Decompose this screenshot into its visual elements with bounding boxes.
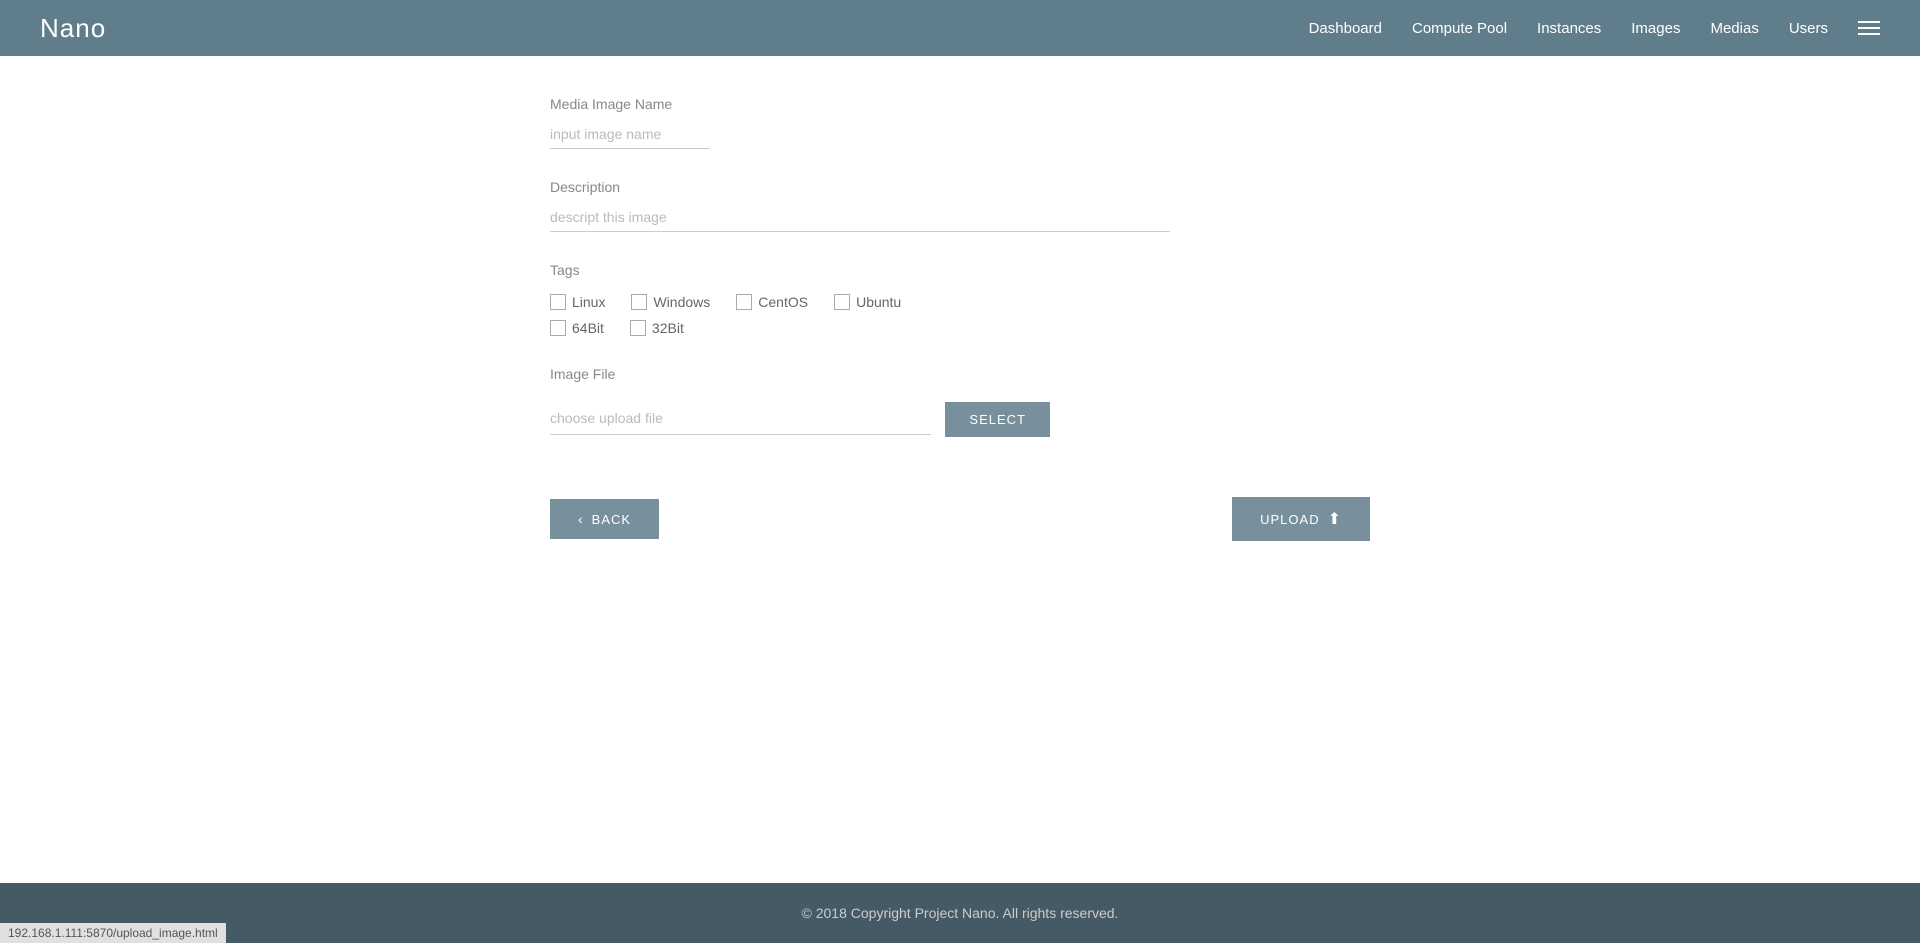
form-container: Media Image Name Description Tags Linux …	[530, 96, 1390, 561]
tag-32bit-label: 32Bit	[652, 320, 684, 336]
footer: © 2018 Copyright Project Nano. All right…	[0, 883, 1920, 943]
tags-row-1: Linux Windows CentOS Ubuntu	[550, 294, 1370, 310]
nav-compute-pool[interactable]: Compute Pool	[1412, 20, 1507, 37]
tag-64bit-label: 64Bit	[572, 320, 604, 336]
back-arrow-icon: ‹	[578, 511, 584, 527]
file-input-wrapper: choose upload file	[550, 404, 931, 435]
tag-ubuntu-label: Ubuntu	[856, 294, 901, 310]
media-image-name-group: Media Image Name	[550, 96, 1370, 149]
tag-centos[interactable]: CentOS	[736, 294, 808, 310]
header: Nano Dashboard Compute Pool Instances Im…	[0, 0, 1920, 56]
tags-section: Tags Linux Windows CentOS Ubuntu	[550, 262, 1370, 336]
nav-medias[interactable]: Medias	[1710, 20, 1758, 37]
tag-windows[interactable]: Windows	[631, 294, 710, 310]
media-image-name-label: Media Image Name	[550, 96, 1370, 112]
tags-label: Tags	[550, 262, 1370, 278]
tag-32bit[interactable]: 32Bit	[630, 320, 684, 336]
tag-windows-label: Windows	[653, 294, 710, 310]
nav-instances[interactable]: Instances	[1537, 20, 1601, 37]
tag-ubuntu-checkbox[interactable]	[834, 294, 850, 310]
nav-images[interactable]: Images	[1631, 20, 1680, 37]
image-file-section: Image File choose upload file SELECT	[550, 366, 1370, 437]
status-url: 192.168.1.111:5870/upload_image.html	[8, 926, 218, 940]
app-logo: Nano	[40, 13, 106, 44]
tag-windows-checkbox[interactable]	[631, 294, 647, 310]
file-upload-row: choose upload file SELECT	[550, 402, 1050, 437]
action-bar: ‹ BACK UPLOAD ⬆	[550, 477, 1370, 561]
status-bar: 192.168.1.111:5870/upload_image.html	[0, 923, 226, 943]
nav-dashboard[interactable]: Dashboard	[1309, 20, 1382, 37]
main-nav: Dashboard Compute Pool Instances Images …	[1309, 20, 1880, 37]
media-image-name-input[interactable]	[550, 120, 710, 149]
tag-64bit[interactable]: 64Bit	[550, 320, 604, 336]
tag-linux-checkbox[interactable]	[550, 294, 566, 310]
tag-centos-label: CentOS	[758, 294, 808, 310]
tag-32bit-checkbox[interactable]	[630, 320, 646, 336]
main-content: Media Image Name Description Tags Linux …	[0, 56, 1920, 883]
tag-ubuntu[interactable]: Ubuntu	[834, 294, 901, 310]
tag-linux[interactable]: Linux	[550, 294, 605, 310]
hamburger-menu-icon[interactable]	[1858, 21, 1880, 35]
back-button[interactable]: ‹ BACK	[550, 499, 659, 539]
file-placeholder: choose upload file	[550, 410, 663, 426]
upload-label: UPLOAD	[1260, 512, 1319, 527]
description-label: Description	[550, 179, 1370, 195]
description-input[interactable]	[550, 203, 1170, 232]
description-group: Description	[550, 179, 1370, 232]
image-file-label: Image File	[550, 366, 1370, 382]
select-button[interactable]: SELECT	[945, 402, 1050, 437]
copyright-text: © 2018 Copyright Project Nano. All right…	[802, 905, 1119, 921]
back-label: BACK	[592, 512, 631, 527]
upload-button[interactable]: UPLOAD ⬆	[1232, 497, 1370, 541]
tags-row-2: 64Bit 32Bit	[550, 320, 1370, 336]
nav-users[interactable]: Users	[1789, 20, 1828, 37]
upload-icon: ⬆	[1328, 509, 1342, 529]
tag-linux-label: Linux	[572, 294, 605, 310]
tag-centos-checkbox[interactable]	[736, 294, 752, 310]
tag-64bit-checkbox[interactable]	[550, 320, 566, 336]
